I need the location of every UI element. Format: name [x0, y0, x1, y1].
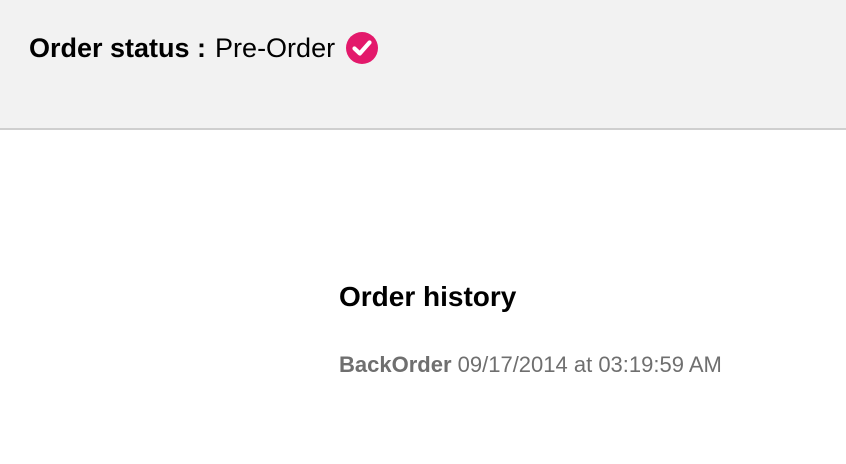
- history-entry-timestamp: 09/17/2014 at 03:19:59 AM: [457, 352, 722, 377]
- order-status-value: Pre-Order: [215, 32, 336, 63]
- order-history-title: Order history: [339, 281, 517, 312]
- order-status-label: Order status :: [29, 32, 207, 63]
- order-history-section: Order history BackOrder 09/17/2014 at 03…: [339, 280, 722, 378]
- order-status-line: Order status : Pre-Order: [29, 30, 379, 66]
- order-history-entry: BackOrder 09/17/2014 at 03:19:59 AM: [339, 352, 722, 378]
- history-entry-status: BackOrder: [339, 352, 452, 377]
- order-status-panel: Order status : Pre-Order: [0, 0, 846, 130]
- check-circle-icon: [345, 31, 379, 65]
